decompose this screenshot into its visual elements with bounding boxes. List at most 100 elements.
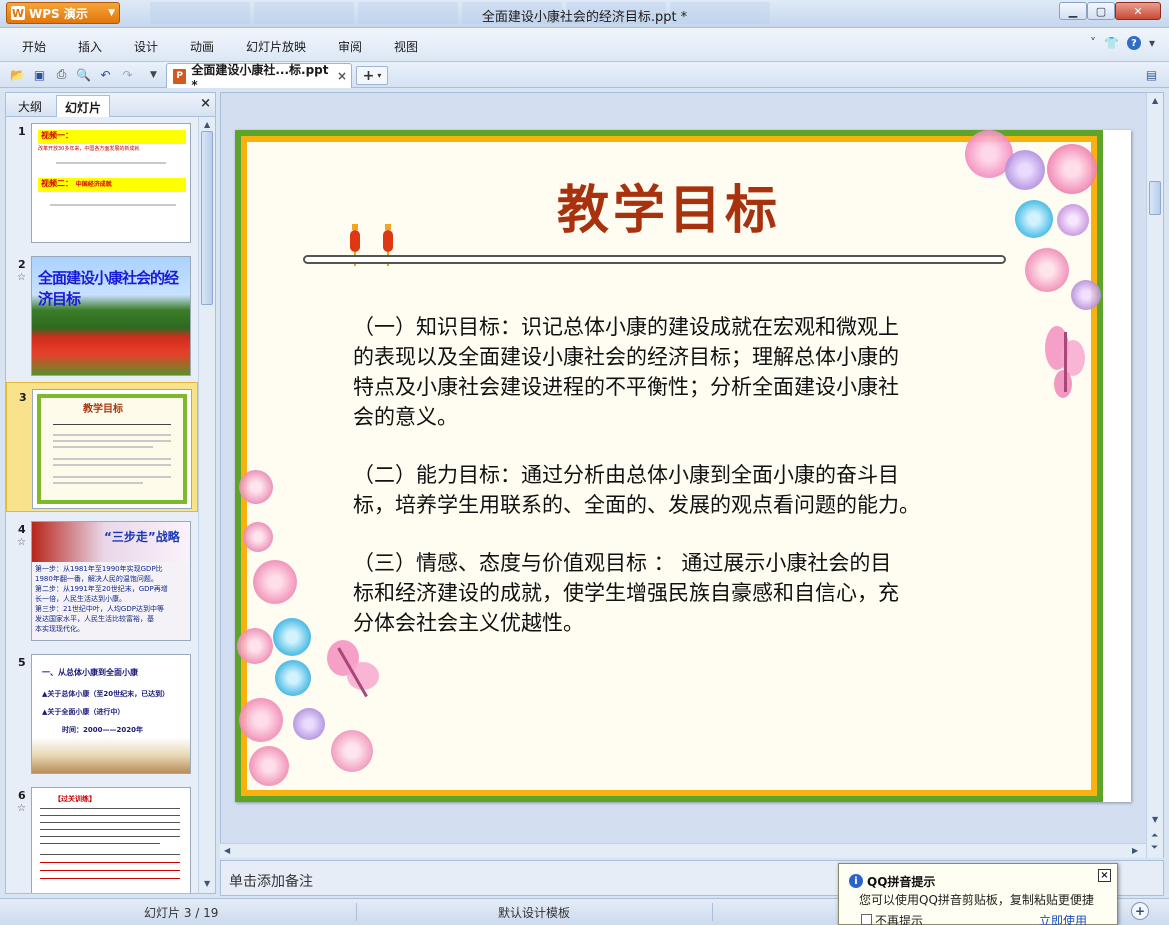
slide-number: 5 (18, 656, 26, 669)
scroll-down-icon[interactable]: ▼ (204, 879, 210, 888)
document-tab[interactable]: P 全面建设小康社...标.ppt * × (166, 63, 352, 92)
thumb-text: 中国经济成就 (75, 181, 112, 188)
open-folder-icon[interactable]: 📂 (9, 66, 26, 83)
scroll-up-icon[interactable]: ▲ (1152, 96, 1158, 105)
menu-slideshow[interactable]: 幻灯片放映 (246, 38, 306, 55)
menu-insert[interactable]: 插入 (78, 38, 102, 55)
thumb-band: 视频一： (38, 130, 186, 144)
use-now-link[interactable]: 立即使用 (1039, 912, 1087, 925)
thumb-text-line (40, 829, 180, 830)
save-icon[interactable]: ▣ (31, 66, 48, 83)
undo-icon[interactable]: ↶ (97, 66, 114, 83)
slide-number: 2 (18, 258, 26, 271)
slide-title[interactable]: 教学目标 (235, 168, 1103, 243)
window-title: 全面建设小康社会的经济目标.ppt * (481, 10, 688, 25)
scroll-up-icon[interactable]: ▲ (204, 120, 210, 129)
thumb-band: 视频一：视频二： 中国经济成就 (38, 178, 186, 192)
notes-placeholder[interactable]: 单击添加备注 (229, 871, 313, 891)
menu-view[interactable]: 视图 (394, 38, 418, 55)
close-tab-icon[interactable]: × (337, 69, 347, 83)
slide-thumbnail-1[interactable]: 1 视频一： 改革开放30多年来，中国各方面发展的新成就 视频一：视频二： 中国… (6, 117, 198, 247)
thumb-text-line (53, 482, 143, 484)
redo-icon[interactable]: ↷ (119, 66, 136, 83)
menu-review[interactable]: 审阅 (338, 38, 362, 55)
flower-decoration (249, 746, 289, 786)
thumb-link-line (56, 162, 166, 164)
thumb-text: 本实现现代化。 (35, 625, 84, 633)
skin-icon[interactable]: 👕 (1104, 36, 1119, 50)
horizontal-scrollbar[interactable]: ◀ ▶ (220, 843, 1146, 858)
scroll-down-icon[interactable]: ▼ (1152, 815, 1158, 824)
thumb-text-line (53, 476, 171, 478)
tab-slides[interactable]: 幻灯片 (56, 95, 111, 117)
thumb-title: 【过关训练】 (54, 795, 96, 803)
text-line: 会的意义。 (353, 405, 458, 429)
slide-scrollbar[interactable]: ▲ ▼ ⏶ ⏷ (1146, 93, 1163, 858)
objective-knowledge[interactable]: （一）知识目标：识记总体小康的建设成就在宏观和微观上 的表现以及全面建设小康社会… (353, 312, 899, 432)
slide-number: 6 (18, 789, 26, 802)
status-divider (712, 903, 713, 921)
close-window-button[interactable]: ✕ (1115, 2, 1161, 20)
objective-ability[interactable]: （二）能力目标：通过分析由总体小康到全面小康的奋斗目 标，培养学生用联系的、全面… (353, 460, 920, 520)
close-pane-icon[interactable]: × (200, 96, 211, 111)
thumb-title: 一、从总体小康到全面小康 (42, 668, 138, 677)
slide-preview: “三步走”战略 第一步：从1981年至1990年实现GDP比 1980年翻一番，… (31, 521, 191, 641)
animation-star-icon: ☆ (17, 803, 26, 814)
panel-toggle-icon[interactable]: ▤ (1143, 66, 1160, 83)
slide-margin (1103, 130, 1131, 802)
menu-animation[interactable]: 动画 (190, 38, 214, 55)
prev-slide-icon[interactable]: ⏶ (1151, 831, 1158, 841)
menu-design[interactable]: 设计 (134, 38, 158, 55)
help-icon[interactable]: ? (1126, 36, 1141, 50)
text-line: 分体会社会主义优越性。 (353, 611, 584, 635)
dont-show-again-label[interactable]: 不再提示 (875, 912, 923, 925)
collapse-ribbon-icon[interactable]: ˅ (1090, 36, 1096, 50)
design-template: 默认设计模板 (498, 906, 571, 920)
thumb-text-line (40, 808, 180, 809)
slide-canvas[interactable]: 教学目标 （一）知识目标：识记总体小康的建设成就在宏观和微观上 的表现以及全面建… (235, 130, 1131, 802)
chevron-down-icon: ▾ (377, 71, 382, 80)
close-notification-button[interactable]: × (1098, 869, 1111, 882)
thumb-link-line (50, 204, 176, 206)
slides-pane: 大纲 幻灯片 × 1 视频一： 改革开放30多年来，中国各方面发展的新成就 视频… (5, 92, 216, 894)
thumb-text-line (53, 440, 171, 442)
thumb-text: 第二步：从1991年至20世纪末，GDP再增 (35, 585, 168, 593)
slide-thumbnail-6[interactable]: 6 ☆ 【过关训练】 (6, 781, 198, 893)
objective-values[interactable]: （三）情感、态度与价值观目标 ： 通过展示小康社会的目 标和经济建设的成就，使学… (353, 548, 899, 638)
thumb-text: 第一步：从1981年至1990年实现GDP比 (35, 565, 163, 573)
slide-thumbnail-5[interactable]: 5 一、从总体小康到全面小康 ▲关于总体小康（至20世纪末，已达到） ▲关于全面… (6, 648, 198, 778)
scroll-thumb[interactable] (1149, 181, 1161, 215)
print-icon[interactable]: ⎙ (53, 66, 70, 83)
minimize-button[interactable]: ▁ (1059, 2, 1087, 20)
slide-thumbnail-2[interactable]: 2 ☆ 全面建设小康社会的经济目标 (6, 250, 198, 380)
dont-show-again-checkbox[interactable] (861, 914, 872, 925)
ppt-file-icon: P (173, 68, 187, 84)
thumb-title: 全面建设小康社会的经济目标 (38, 269, 179, 308)
dropdown-icon[interactable]: ▼ (145, 66, 162, 83)
menu-home[interactable]: 开始 (22, 38, 46, 55)
slide-thumbnail-3[interactable]: 3 教学目标 (6, 382, 198, 512)
slide-thumbnail-4[interactable]: 4 ☆ “三步走”战略 第一步：从1981年至1990年实现GDP比 1980年… (6, 515, 198, 645)
scroll-right-icon[interactable]: ▶ (1132, 846, 1138, 855)
zoom-in-button[interactable]: + (1131, 902, 1149, 920)
next-slide-icon[interactable]: ⏷ (1151, 843, 1158, 853)
butterfly-decoration (1045, 326, 1085, 398)
slide-number: 3 (19, 391, 27, 404)
thumb-text-line (40, 815, 180, 816)
flower-decoration (253, 560, 297, 604)
new-tab-button[interactable]: + ▾ (356, 66, 388, 85)
status-divider (356, 903, 357, 921)
slide-number: 4 (18, 523, 26, 536)
flower-decoration (239, 698, 283, 742)
thumb-text: 发达国家水平，人民生活比较富裕，基 (35, 615, 154, 623)
maximize-button[interactable]: ▢ (1087, 2, 1115, 20)
scroll-left-icon[interactable]: ◀ (224, 846, 230, 855)
tab-outline[interactable]: 大纲 (10, 95, 50, 117)
thumbnail-scrollbar[interactable]: ▲ ▼ (198, 117, 215, 893)
thumb-text-line (40, 854, 180, 855)
slide-number: 1 (18, 125, 26, 138)
scroll-thumb[interactable] (201, 131, 213, 305)
animation-star-icon: ☆ (17, 537, 26, 548)
print-preview-icon[interactable]: 🔍 (75, 66, 92, 83)
chevron-down-icon[interactable]: ▾ (1149, 36, 1155, 50)
